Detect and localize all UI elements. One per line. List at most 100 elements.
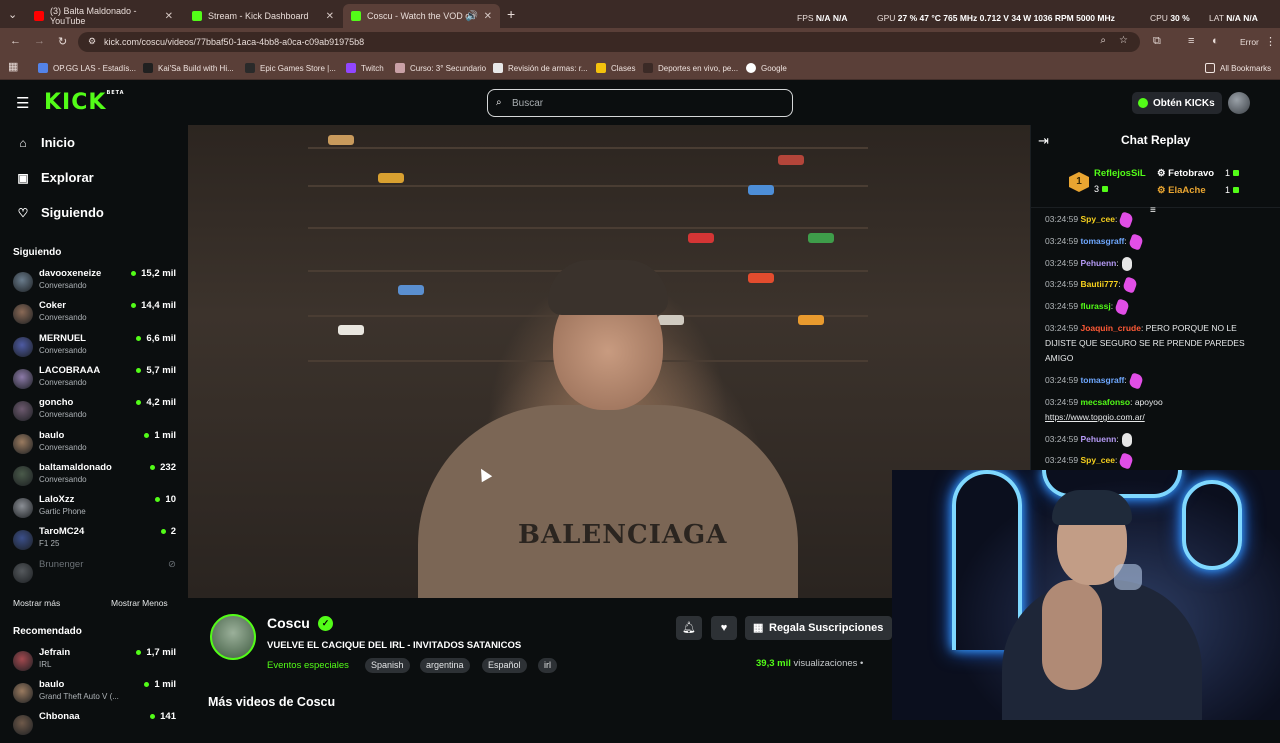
view-count: 39,3 mil visualizaciones • bbox=[756, 658, 864, 669]
channel-item[interactable]: TaroMC24 F1 25 2 bbox=[13, 526, 176, 558]
address-bar[interactable]: ⚙ kick.com/coscu/videos/77bbaf50-1aca-4b… bbox=[78, 32, 1140, 52]
bookmark-twitch[interactable]: Twitch bbox=[346, 61, 384, 75]
kicks-coin-icon bbox=[1138, 98, 1148, 108]
tab-kick-dashboard[interactable]: Stream - Kick Dashboard ✕ bbox=[184, 4, 342, 28]
close-tab-icon[interactable]: ✕ bbox=[326, 11, 334, 22]
neon-sign bbox=[1182, 480, 1242, 570]
bookmark-opgg[interactable]: OP.GG LAS - Estadís... bbox=[38, 61, 136, 75]
bookmark-kaisa[interactable]: Kai'Sa Build with Hi... bbox=[143, 61, 234, 75]
search-icon: ⌕ bbox=[496, 97, 502, 108]
zoom-icon[interactable]: ⌕ bbox=[1100, 35, 1106, 46]
tab-search-icon[interactable]: ⌄ bbox=[8, 8, 17, 21]
back-icon[interactable]: ← bbox=[10, 35, 21, 47]
site-info-icon[interactable]: ⚙ bbox=[88, 36, 96, 47]
message-username[interactable]: flurassj bbox=[1080, 301, 1110, 311]
collapse-chat-icon[interactable]: ⇥ bbox=[1038, 133, 1049, 149]
bookmark-star-icon[interactable]: ☆ bbox=[1119, 35, 1128, 46]
tab-youtube[interactable]: (3) Balta Maldonado - YouTube ✕ bbox=[26, 4, 181, 28]
message-username[interactable]: Joaquin_crude bbox=[1080, 323, 1140, 333]
channel-item[interactable]: baltamaldonado Conversando 232 bbox=[13, 462, 176, 494]
show-more-button[interactable]: Mostrar más bbox=[13, 598, 60, 608]
reload-icon[interactable]: ↻ bbox=[58, 35, 67, 48]
channel-name[interactable]: Coscu bbox=[267, 615, 310, 631]
gift-subs-button[interactable]: ▦ Regala Suscripciones bbox=[745, 616, 892, 640]
tag-irl[interactable]: irl bbox=[538, 658, 557, 673]
channel-item[interactable]: baulo Conversando 1 mil bbox=[13, 430, 176, 462]
message-link[interactable]: https://www.topgio.com.ar/ bbox=[1045, 412, 1145, 422]
tag-argentina[interactable]: argentina bbox=[420, 658, 470, 673]
message-timestamp: 03:24:59 bbox=[1045, 301, 1079, 311]
tag-spanish[interactable]: Spanish bbox=[365, 658, 410, 673]
kick-logo[interactable]: KICKBETA bbox=[44, 90, 125, 115]
profile-icon[interactable]: ◐ bbox=[1212, 35, 1219, 47]
bookmark-armas[interactable]: Revisión de armas: r... bbox=[493, 61, 588, 75]
nav-explorar[interactable]: ▣ Explorar bbox=[16, 170, 94, 185]
bookmark-google[interactable]: Google bbox=[746, 61, 787, 75]
channel-item[interactable]: goncho Conversando 4,2 mil bbox=[13, 397, 176, 429]
channel-avatar bbox=[13, 272, 33, 292]
channel-item[interactable]: baulo Grand Theft Auto V (... 1 mil bbox=[13, 679, 176, 711]
bookmark-label: Epic Games Store |... bbox=[260, 63, 336, 73]
message-username[interactable]: Pehuenn bbox=[1080, 258, 1116, 268]
forward-icon[interactable]: → bbox=[34, 35, 45, 47]
speaker-icon[interactable]: 🔊 bbox=[466, 11, 478, 22]
get-kicks-button[interactable]: Obtén KICKs bbox=[1132, 92, 1222, 114]
channel-name: LACOBRAAA bbox=[39, 364, 101, 376]
viewer-count: 141 bbox=[150, 711, 176, 722]
gifter-name[interactable]: ⚙ Fetobravo bbox=[1157, 168, 1214, 179]
bookmark-deportes[interactable]: Deportes en vivo, pe... bbox=[643, 61, 738, 75]
notification-bell-button[interactable]: 🔔︎ bbox=[676, 616, 702, 640]
search-input[interactable]: ⌕ Buscar bbox=[487, 89, 793, 117]
channel-item[interactable]: Chbonaa 141 bbox=[13, 711, 176, 743]
channel-avatar bbox=[13, 530, 33, 551]
bookmark-curso[interactable]: Curso: 3° Secundario bbox=[395, 61, 486, 75]
channel-item[interactable]: Coker Conversando 14,4 mil bbox=[13, 300, 176, 332]
nav-label: Explorar bbox=[41, 170, 94, 185]
gifter-name[interactable]: ⚙ ElaAche bbox=[1157, 185, 1206, 196]
message-username[interactable]: tomasgraff bbox=[1080, 236, 1124, 246]
menu-kebab-icon[interactable]: ⋮ bbox=[1265, 35, 1276, 48]
channel-item[interactable]: LaloXzz Gartic Phone 10 bbox=[13, 494, 176, 526]
channel-category: Conversando bbox=[39, 377, 87, 387]
extensions-icon[interactable]: ⧉ bbox=[1153, 35, 1161, 48]
show-less-button[interactable]: Mostrar Menos bbox=[111, 598, 168, 608]
sports-icon bbox=[643, 63, 653, 73]
channel-name: goncho bbox=[39, 397, 74, 409]
error-label[interactable]: Error bbox=[1240, 37, 1259, 47]
close-tab-icon[interactable]: ✕ bbox=[484, 11, 492, 22]
message-username[interactable]: Spy_cee bbox=[1080, 455, 1115, 465]
follow-heart-button[interactable]: ♥ bbox=[711, 616, 737, 640]
channel-item[interactable]: Jefrain IRL 1,7 mil bbox=[13, 647, 176, 679]
nav-siguiendo[interactable]: ♡ Siguiendo bbox=[16, 205, 104, 220]
message-username[interactable]: Spy_cee bbox=[1080, 214, 1115, 224]
channel-item[interactable]: MERNUEL Conversando 6,6 mil bbox=[13, 333, 176, 365]
top-gifter-name[interactable]: ReflejosSiL bbox=[1094, 168, 1146, 179]
tag-espanol[interactable]: Español bbox=[482, 658, 527, 673]
apps-grid-icon[interactable]: ▦ bbox=[8, 60, 18, 73]
category-link[interactable]: Eventos especiales bbox=[267, 660, 349, 671]
close-tab-icon[interactable]: ✕ bbox=[165, 11, 173, 22]
bookmark-clases[interactable]: Clases bbox=[596, 61, 635, 75]
tab-coscu-vod[interactable]: Coscu - Watch the VOD on 🔊 ✕ bbox=[343, 4, 500, 28]
all-bookmarks[interactable]: All Bookmarks bbox=[1205, 61, 1271, 75]
channel-item[interactable]: davooxeneize Conversando 15,2 mil bbox=[13, 268, 176, 300]
channel-item[interactable]: Brunenger ⊘ bbox=[13, 559, 176, 591]
reading-list-icon[interactable]: ≡ bbox=[1188, 35, 1194, 47]
live-dot-icon bbox=[136, 400, 142, 406]
channel-avatar bbox=[13, 401, 33, 422]
message-username[interactable]: Pehuenn bbox=[1080, 434, 1116, 444]
hamburger-menu-icon[interactable]: ☰ bbox=[16, 94, 29, 112]
message-username[interactable]: tomasgraff bbox=[1080, 375, 1124, 385]
nav-label: Siguiendo bbox=[41, 205, 104, 220]
nav-inicio[interactable]: ⌂ Inicio bbox=[16, 135, 75, 150]
channel-item[interactable]: LACOBRAAA Conversando 5,7 mil bbox=[13, 365, 176, 397]
message-username[interactable]: Bautii777 bbox=[1080, 279, 1118, 289]
sneaker bbox=[778, 155, 804, 165]
channel-avatar[interactable] bbox=[210, 614, 256, 660]
user-avatar[interactable] bbox=[1228, 92, 1250, 114]
bookmark-epic[interactable]: Epic Games Store |... bbox=[245, 61, 336, 75]
channel-name: Jefrain bbox=[39, 647, 71, 658]
new-tab-icon[interactable]: + bbox=[507, 6, 515, 22]
viewer-count: 6,6 mil bbox=[136, 333, 176, 344]
message-username[interactable]: mecsafonso bbox=[1080, 397, 1130, 407]
